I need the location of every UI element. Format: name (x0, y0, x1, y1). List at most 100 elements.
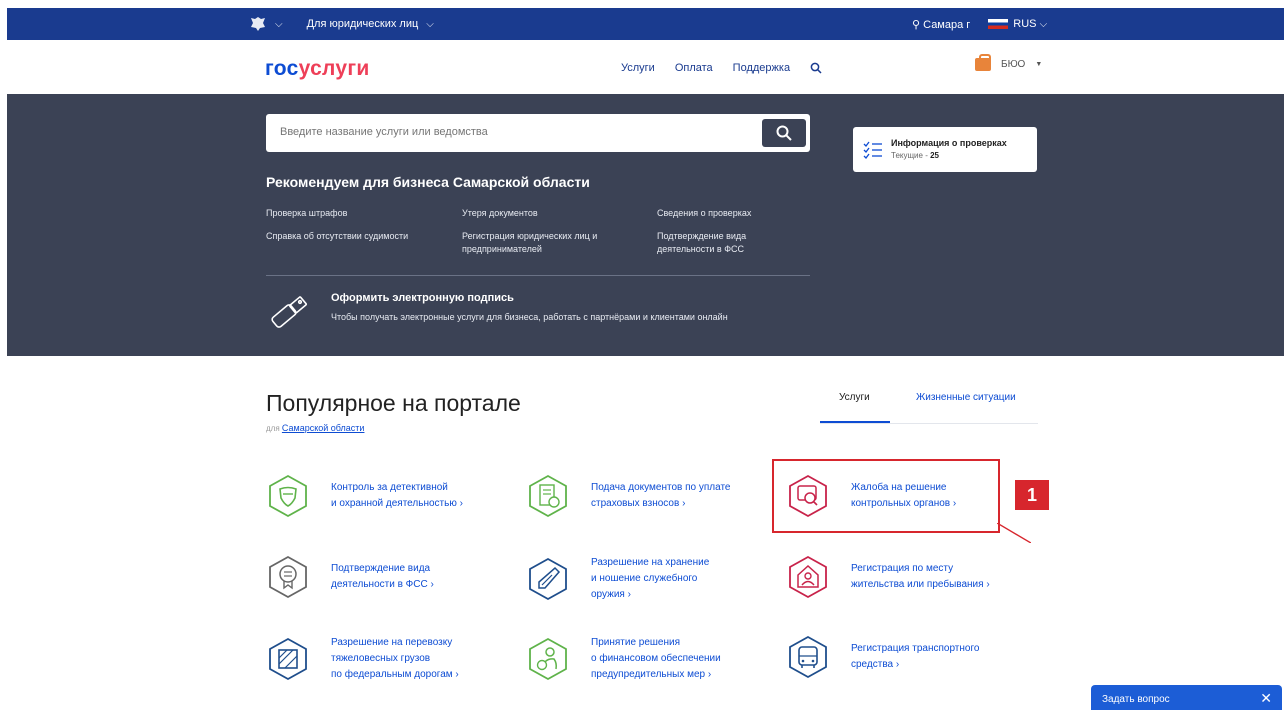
service-label: Разрешение на хранение и ношение служебно… (591, 555, 709, 603)
service-label-line: Разрешение на хранение (591, 557, 710, 568)
inspections-count: Текущие - 25 (891, 151, 939, 160)
chevron-down-icon: ⌵ (1039, 19, 1048, 30)
cargo-icon (269, 637, 307, 681)
document-coin-icon (529, 474, 567, 518)
nav-payment[interactable]: Оплата (675, 62, 713, 77)
divider (266, 275, 810, 276)
service-label-line: Регистрация по месту (851, 563, 954, 574)
chevron-down-icon[interactable]: ⌵ (275, 19, 283, 30)
service-item[interactable]: Регистрация по месту жительства или пребы… (786, 555, 990, 599)
inspections-card[interactable]: Информация о проверках Текущие - 25 (853, 127, 1037, 172)
shield-icon (269, 474, 307, 518)
ask-question-label: Задать вопрос (1102, 694, 1170, 705)
service-label-line: жительства или пребывания › (851, 579, 990, 590)
service-label-line: Регистрация транспортного (851, 643, 980, 654)
service-label: Регистрация по месту жительства или пребы… (851, 561, 990, 593)
recommend-link[interactable]: Подтверждение вида деятельности в ФСС (657, 230, 746, 256)
annotation-highlight-box (772, 459, 1000, 533)
search-icon (776, 125, 792, 141)
chevron-down-icon[interactable]: ⌵ (426, 19, 434, 30)
recommend-link[interactable]: Регистрация юридических лиц и предпринима… (462, 230, 597, 256)
checklist-icon (863, 141, 882, 159)
service-item[interactable]: Разрешение на хранение и ношение служебно… (526, 555, 709, 603)
nav-services[interactable]: Услуги (621, 62, 655, 77)
e-signature-link[interactable]: Оформить электронную подпись (331, 292, 514, 304)
recommend-link[interactable]: Проверка штрафов (266, 207, 347, 220)
recommend-link-line: Регистрация юридических лиц и (462, 231, 598, 241)
service-item[interactable]: Подтверждение вида деятельности в ФСС › (266, 555, 434, 599)
service-item[interactable]: Разрешение на перевозку тяжеловесных груз… (266, 635, 459, 683)
tab-life-situations[interactable]: Жизненные ситуации (916, 392, 1016, 403)
language-selector[interactable]: RUS ⌵ (988, 18, 1047, 30)
service-label: Подача документов по уплате страховых взн… (591, 480, 730, 512)
service-label-line: средства › (851, 659, 900, 670)
bullet-icon (529, 557, 567, 601)
service-label: Разрешение на перевозку тяжеловесных груз… (331, 635, 459, 683)
service-item[interactable]: Подача документов по уплате страховых взн… (526, 474, 730, 518)
service-label-line: тяжеловесных грузов (331, 653, 431, 664)
main-nav: Услуги Оплата Поддержка (621, 62, 822, 77)
annotation-pointer (997, 523, 1031, 543)
briefcase-icon (975, 54, 991, 71)
service-label-line: по федеральным дорогам › (331, 669, 459, 680)
logo-gos: гос (265, 57, 299, 80)
bus-icon (789, 635, 827, 679)
search-button[interactable] (762, 119, 806, 147)
tab-services[interactable]: Услуги (839, 392, 870, 403)
top-bar-left: ⌵ Для юридических лиц ⌵ (249, 8, 434, 40)
service-item[interactable]: Контроль за детективной и охранной деятел… (266, 474, 463, 518)
service-label-line: и охранной деятельностью › (331, 498, 463, 509)
header: госуслуги Услуги Оплата Поддержка БЮО ▼ (7, 40, 1284, 94)
house-person-icon (789, 555, 827, 599)
region-prefix: для (266, 424, 280, 433)
service-label-line: предупредительных мер › (591, 669, 712, 680)
language-label: RUS (1013, 18, 1037, 30)
location-selector[interactable]: ⚲ Самара г (912, 18, 970, 31)
location-pin-icon: ⚲ (912, 18, 921, 31)
recommend-link-line: Подтверждение вида (657, 231, 747, 241)
recommend-link[interactable]: Утеря документов (462, 207, 538, 220)
search-icon[interactable] (810, 62, 822, 77)
service-item[interactable]: Регистрация транспортного средства › (786, 635, 979, 679)
service-label-line: Контроль за детективной (331, 482, 448, 493)
service-label: Контроль за детективной и охранной деятел… (331, 480, 463, 512)
inspections-count-value: 25 (930, 151, 939, 160)
service-label-line: Разрешение на перевозку (331, 637, 453, 648)
service-label-line: Подача документов по уплате (591, 482, 731, 493)
location-label: Самара г (923, 18, 971, 31)
annotation-badge: 1 (1015, 480, 1049, 510)
user-name: БЮО (1001, 59, 1026, 70)
service-label: Регистрация транспортного средства › (851, 641, 979, 673)
russian-flag-icon (988, 19, 1009, 30)
region-link[interactable]: Самарской области (282, 423, 365, 433)
caret-down-icon: ▼ (1035, 61, 1043, 68)
popular-region: для Самарской области (266, 423, 364, 433)
e-signature-text: Чтобы получать электронные услуги для би… (331, 312, 728, 322)
active-tab-indicator (820, 421, 890, 423)
recommend-link[interactable]: Сведения о проверках (657, 207, 751, 220)
close-icon[interactable]: ✕ (1260, 690, 1272, 707)
popular-title: Популярное на портале (266, 390, 521, 416)
top-bar: ⌵ Для юридических лиц ⌵ ⚲ Самара г RUS ⌵ (7, 8, 1284, 40)
recommend-link-line: предпринимателей (462, 244, 542, 254)
service-label-line: Подтверждение вида (331, 563, 431, 574)
recommend-link[interactable]: Справка об отсутствии судимости (266, 230, 408, 243)
hero-section: Рекомендуем для бизнеса Самарской област… (7, 94, 1284, 356)
service-label-line: Принятие решения (591, 637, 681, 648)
person-coins-icon (529, 637, 567, 681)
segment-selector[interactable]: Для юридических лиц (307, 18, 419, 30)
service-label-line: о финансовом обеспечении (591, 653, 721, 664)
service-label-line: деятельности в ФСС › (331, 579, 434, 590)
inspections-title: Информация о проверках (891, 138, 1007, 148)
usb-token-icon (271, 296, 307, 328)
search-input[interactable] (278, 125, 752, 139)
top-bar-right: ⚲ Самара г RUS ⌵ (912, 8, 1047, 40)
service-item[interactable]: Принятие решения о финансовом обеспечении… (526, 635, 721, 683)
gosuslugi-logo[interactable]: госуслуги (265, 57, 370, 81)
recommend-link-line: деятельности в ФСС (657, 244, 745, 254)
ask-question-widget[interactable]: Задать вопрос ✕ (1091, 685, 1282, 710)
coat-of-arms-icon[interactable] (249, 15, 267, 33)
nav-support[interactable]: Поддержка (733, 62, 790, 77)
service-label-line: страховых взносов › (591, 498, 686, 509)
account-area[interactable]: БЮО ▼ (975, 54, 1043, 71)
